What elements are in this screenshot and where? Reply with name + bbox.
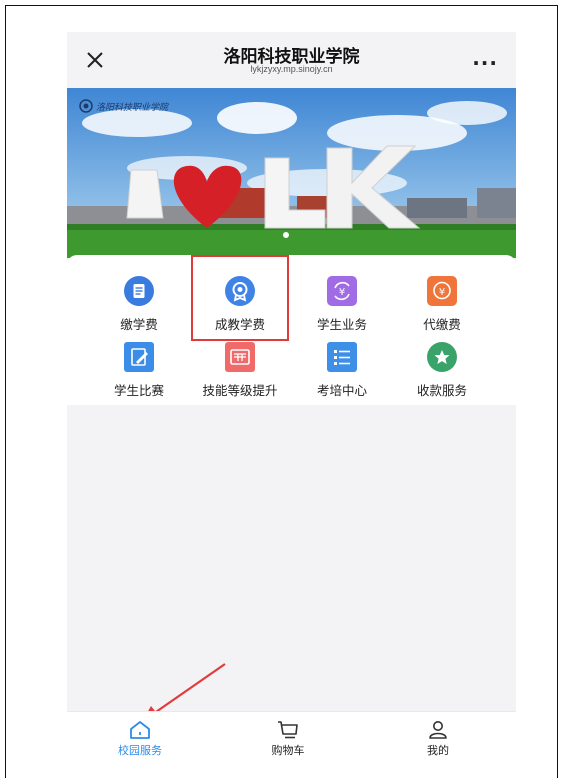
mini-program-screen: 洛阳科技职业学院 lykjzyxy.mp.sinojy.cn ... 洛阳科技职… (67, 32, 516, 778)
yuan-coin-icon: ¥ (427, 276, 457, 306)
tab-label: 我的 (427, 744, 449, 757)
list-icon (327, 342, 357, 372)
user-icon (429, 721, 447, 739)
service-student-competition[interactable]: 学生比赛 (89, 342, 189, 402)
tab-mine[interactable]: 我的 (393, 720, 483, 758)
top-bar: 洛阳科技职业学院 lykjzyxy.mp.sinojy.cn ... (67, 32, 516, 88)
receipt-icon (124, 276, 154, 306)
service-skill-upgrade[interactable]: 技能等级提升 (190, 342, 290, 402)
carousel-dot-active[interactable] (283, 232, 289, 238)
tab-label: 购物车 (271, 744, 305, 757)
service-label: 缴学费 (120, 317, 158, 332)
service-label: 学生比赛 (113, 383, 164, 398)
more-menu-button[interactable]: ... (472, 48, 498, 68)
service-label: 代缴费 (423, 317, 461, 332)
star-icon (427, 342, 457, 372)
svg-text:¥: ¥ (439, 287, 445, 298)
home-icon (130, 721, 150, 739)
page-domain: lykjzyxy.mp.sinojy.cn (250, 64, 333, 74)
certificate-icon (225, 342, 255, 372)
edit-icon (124, 342, 154, 372)
service-label: 考培中心 (316, 383, 367, 398)
cart-icon (278, 721, 298, 739)
content-area (67, 405, 516, 711)
banner-carousel[interactable]: 洛阳科技职业学院 (67, 88, 516, 258)
bottom-tab-bar: 校园服务 购物车 我的 (67, 711, 516, 778)
tab-cart[interactable]: 购物车 (243, 720, 333, 758)
service-label: 技能等级提升 (202, 383, 278, 398)
service-label: 成教学费 (214, 317, 265, 332)
service-exam-training-center[interactable]: 考培中心 (292, 342, 392, 402)
service-student-affairs[interactable]: ¥ 学生业务 (292, 276, 392, 336)
tab-campus-services[interactable]: 校园服务 (95, 720, 185, 758)
svg-text:洛阳科技职业学院: 洛阳科技职业学院 (96, 102, 170, 113)
service-grid: 缴学费 成教学费 ¥ 学生业务 ¥ 代缴费 学生比赛 技能等级提升 考培中心 收… (67, 255, 516, 405)
service-adult-edu-tuition[interactable]: 成教学费 (190, 276, 290, 336)
yuan-exchange-icon: ¥ (327, 276, 357, 306)
service-collection[interactable]: 收款服务 (392, 342, 492, 402)
service-proxy-payment[interactable]: ¥ 代缴费 (392, 276, 492, 336)
service-label: 收款服务 (416, 383, 467, 398)
tab-label: 校园服务 (118, 744, 162, 757)
badge-icon (225, 276, 255, 306)
service-pay-tuition[interactable]: 缴学费 (89, 276, 189, 336)
banner-image: 洛阳科技职业学院 (67, 88, 516, 258)
svg-text:¥: ¥ (339, 287, 345, 298)
service-label: 学生业务 (316, 317, 367, 332)
